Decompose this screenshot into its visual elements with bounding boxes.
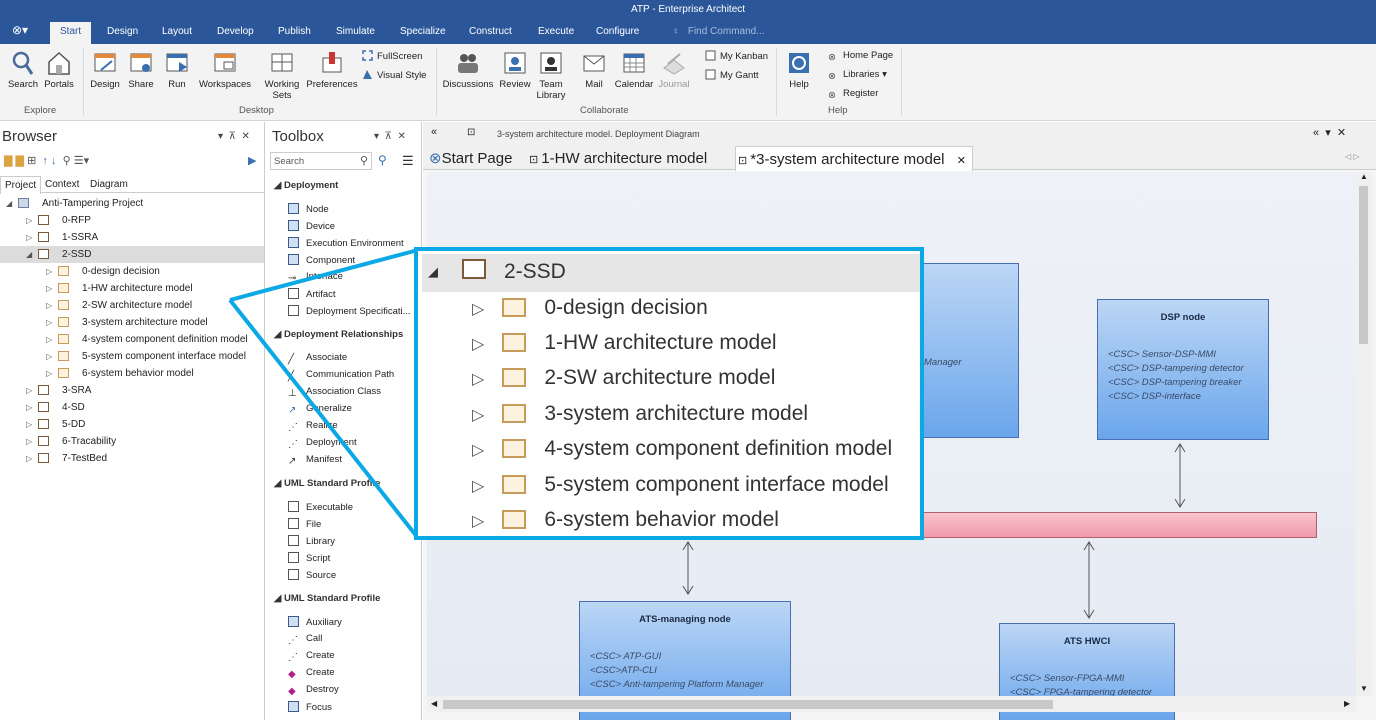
package-icon <box>462 259 486 279</box>
zoom-row-6: ▷ 6-system behavior model <box>472 503 779 537</box>
zoom-row-3: ▷ 3-system architecture model <box>472 397 808 431</box>
zoom-row-5: ▷ 5-system component interface model <box>472 468 889 502</box>
zoom-header: ◢ 2-SSD <box>422 254 920 292</box>
zoom-row-1: ▷ 1-HW architecture model <box>472 326 777 360</box>
folder-icon <box>502 333 527 352</box>
expand-arrow-icon: ▷ <box>472 407 485 424</box>
zoom-row-label: 0-design decision <box>544 296 708 319</box>
folder-icon <box>502 439 527 458</box>
expand-arrow-icon: ▷ <box>472 513 485 530</box>
zoom-row-label: 5-system component interface model <box>544 473 889 496</box>
zoom-header-label: 2-SSD <box>504 260 566 283</box>
zoom-row-label: 2-SW architecture model <box>544 366 776 389</box>
zoom-row-2: ▷ 2-SW architecture model <box>472 361 775 395</box>
zoom-callout: ◢ 2-SSD ▷ 0-design decision ▷ 1-HW archite… <box>414 247 924 540</box>
folder-icon <box>502 298 527 317</box>
folder-icon <box>502 404 527 423</box>
zoom-row-label: 4-system component definition model <box>544 437 893 460</box>
folder-icon <box>502 510 527 529</box>
expand-arrow-icon: ▷ <box>472 442 485 459</box>
collapse-arrow-icon: ◢ <box>428 264 438 279</box>
expand-arrow-icon: ▷ <box>472 478 485 495</box>
callout-line-top <box>229 248 419 302</box>
zoom-row-label: 1-HW architecture model <box>544 331 777 354</box>
callout-line-bottom <box>228 298 420 540</box>
zoom-row-0: ▷ 0-design decision <box>472 291 708 325</box>
expand-arrow-icon: ▷ <box>472 336 485 353</box>
zoom-row-label: 6-system behavior model <box>544 508 779 531</box>
folder-icon <box>502 475 527 494</box>
zoom-row-label: 3-system architecture model <box>544 402 809 425</box>
expand-arrow-icon: ▷ <box>472 301 485 318</box>
expand-arrow-icon: ▷ <box>472 371 485 388</box>
zoom-row-4: ▷ 4-system component definition model <box>472 432 892 466</box>
folder-icon <box>502 368 527 387</box>
